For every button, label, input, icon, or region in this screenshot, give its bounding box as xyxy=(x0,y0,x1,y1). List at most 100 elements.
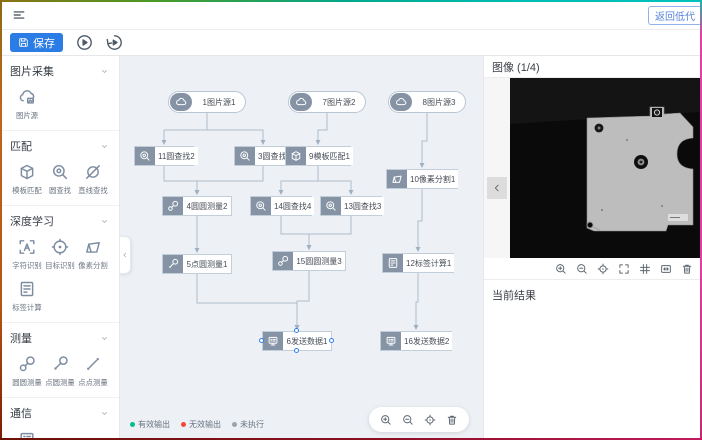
sidebar-section-4: 通信 xyxy=(0,398,119,440)
circle-search-icon xyxy=(251,197,271,215)
flow-node-n3[interactable]: 3圆查找1 xyxy=(234,146,292,166)
tool-图片源[interactable]: 图片源 xyxy=(10,88,43,121)
cloud-icon xyxy=(290,93,312,111)
chevron-down-icon[interactable] xyxy=(100,217,109,226)
tool-label: 点点测量 xyxy=(78,377,107,387)
chevron-down-icon[interactable] xyxy=(100,67,109,76)
comm-device-icon xyxy=(381,332,401,350)
save-button[interactable]: 保存 xyxy=(10,33,63,52)
chevron-down-icon[interactable] xyxy=(100,142,109,151)
circle-search-icon xyxy=(325,200,337,212)
flow-node-n15[interactable]: 15圆圆测量3 xyxy=(272,251,346,271)
run-button[interactable] xyxy=(75,34,93,52)
legend-label: 未执行 xyxy=(240,419,264,430)
flow-node-n4[interactable]: 4圆圆测量2 xyxy=(162,196,232,216)
flow-node-n9[interactable]: 9模板匹配1 xyxy=(285,146,351,166)
image-panel-title: 图像 (1/4) xyxy=(484,56,702,78)
selection-handle[interactable] xyxy=(259,338,264,343)
trash-icon[interactable] xyxy=(446,414,458,426)
trash-icon[interactable] xyxy=(681,263,693,275)
fit-icon[interactable] xyxy=(660,263,672,275)
flow-node-n6[interactable]: 6发送数据1 xyxy=(262,331,332,351)
node-label: 16发送数据2 xyxy=(401,332,452,350)
edge-n7-n9 xyxy=(318,113,327,144)
flow-node-n10[interactable]: 10像素分割1 xyxy=(386,169,458,189)
node-label: 1图片源1 xyxy=(193,92,245,112)
grid-icon[interactable] xyxy=(639,263,651,275)
tool-目标识别[interactable]: 目标识别 xyxy=(43,238,76,271)
fullscreen-icon[interactable] xyxy=(618,263,630,275)
locate-icon[interactable] xyxy=(597,263,609,275)
image-prev-button[interactable] xyxy=(487,177,507,199)
circle-search-icon xyxy=(321,197,341,215)
node-label: 10像素分割1 xyxy=(407,170,458,188)
flow-node-n12[interactable]: 12标签计算1 xyxy=(382,253,454,273)
measure-circle-circle-icon xyxy=(167,200,179,212)
current-result-title: 当前结果 xyxy=(484,280,702,310)
flow-node-n11[interactable]: 11圆查找2 xyxy=(134,146,194,166)
flow-node-n16[interactable]: 16发送数据2 xyxy=(380,331,452,351)
tool-模板匹配[interactable]: 模板匹配 xyxy=(10,163,43,196)
zoom-out-icon[interactable] xyxy=(576,263,588,275)
tool-直线查找[interactable]: 直线查找 xyxy=(76,163,109,196)
chevron-down-icon[interactable] xyxy=(100,409,109,418)
run-once-button[interactable] xyxy=(105,34,123,52)
legend-无效输出: 无效输出 xyxy=(181,419,221,430)
sidebar-section-3: 测量圆圆测量点圆测量点点测量 xyxy=(0,323,119,398)
tool-comm-device-icon[interactable] xyxy=(10,430,43,440)
zoom-out-icon[interactable] xyxy=(402,414,414,426)
zoom-in-icon[interactable] xyxy=(380,414,392,426)
sidebar-section-1: 匹配模板匹配圆查找直线查找 xyxy=(0,131,119,206)
edge-n10-n12 xyxy=(418,189,422,251)
circle-search-icon xyxy=(139,150,151,162)
section-title: 通信 xyxy=(10,405,32,421)
selection-handle[interactable] xyxy=(294,328,299,333)
zoom-in-icon[interactable] xyxy=(555,263,567,275)
selection-handle[interactable] xyxy=(294,348,299,353)
tool-像素分割[interactable]: 像素分割 xyxy=(76,238,109,271)
tool-点圆测量[interactable]: 点圆测量 xyxy=(43,355,76,388)
locate-icon[interactable] xyxy=(424,414,436,426)
chevron-down-icon[interactable] xyxy=(100,334,109,343)
tool-标签计算[interactable]: 标签计算 xyxy=(10,280,43,313)
selection-handle[interactable] xyxy=(329,338,334,343)
edge-n11-n4 xyxy=(164,166,197,194)
measure-point-circle-icon xyxy=(167,258,179,270)
edge-n9-n13 xyxy=(318,166,351,194)
circle-search-icon xyxy=(135,147,155,165)
legend-未执行: 未执行 xyxy=(232,419,264,430)
flow-node-n5[interactable]: 5点圆测量1 xyxy=(162,254,232,274)
node-label: 11圆查找2 xyxy=(155,147,198,165)
save-button-label: 保存 xyxy=(33,35,55,51)
sidebar-section-0: 图片采集图片源 xyxy=(0,56,119,131)
cloud-icon xyxy=(395,96,407,108)
tool-label: 像素分割 xyxy=(78,260,107,270)
cube-icon xyxy=(290,150,302,162)
flow-canvas[interactable]: 1图片源1 7图片源2 8图片源3 11圆查找2 3圆查找19模板匹配1 10像素分割1 4… xyxy=(120,56,483,440)
flow-node-n8[interactable]: 8图片源3 xyxy=(388,91,466,113)
flow-node-n1[interactable]: 1图片源1 xyxy=(168,91,246,113)
node-label: 14圆查找4 xyxy=(271,197,314,215)
menu-icon[interactable] xyxy=(12,8,26,22)
tool-字符识别[interactable]: 字符识别 xyxy=(10,238,43,271)
comm-device-icon xyxy=(263,332,283,350)
flow-node-n7[interactable]: 7图片源2 xyxy=(288,91,366,113)
cloud-icon xyxy=(390,93,412,111)
tool-圆圆测量[interactable]: 圆圆测量 xyxy=(10,355,43,388)
edge-n9-n14 xyxy=(281,166,318,194)
node-label: 6发送数据1 xyxy=(283,332,331,350)
measure-circle-circle-icon xyxy=(273,252,293,270)
edge-n13-n15 xyxy=(309,216,351,249)
tool-label: 目标识别 xyxy=(45,260,74,270)
circle-search-icon xyxy=(239,150,251,162)
flow-node-n14[interactable]: 14圆查找4 xyxy=(250,196,312,216)
tool-圆查找[interactable]: 圆查找 xyxy=(43,163,76,196)
flow-node-n13[interactable]: 13圆查找3 xyxy=(320,196,382,216)
tool-label: 圆圆测量 xyxy=(12,377,41,387)
tool-点点测量[interactable]: 点点测量 xyxy=(76,355,109,388)
collapse-sidebar-handle[interactable] xyxy=(120,236,131,274)
toolbar: 保存 xyxy=(0,30,702,56)
back-to-lowcode-button[interactable]: 返回低代 xyxy=(648,6,702,25)
tool-label: 圆查找 xyxy=(48,185,70,195)
section-title: 匹配 xyxy=(10,138,32,154)
